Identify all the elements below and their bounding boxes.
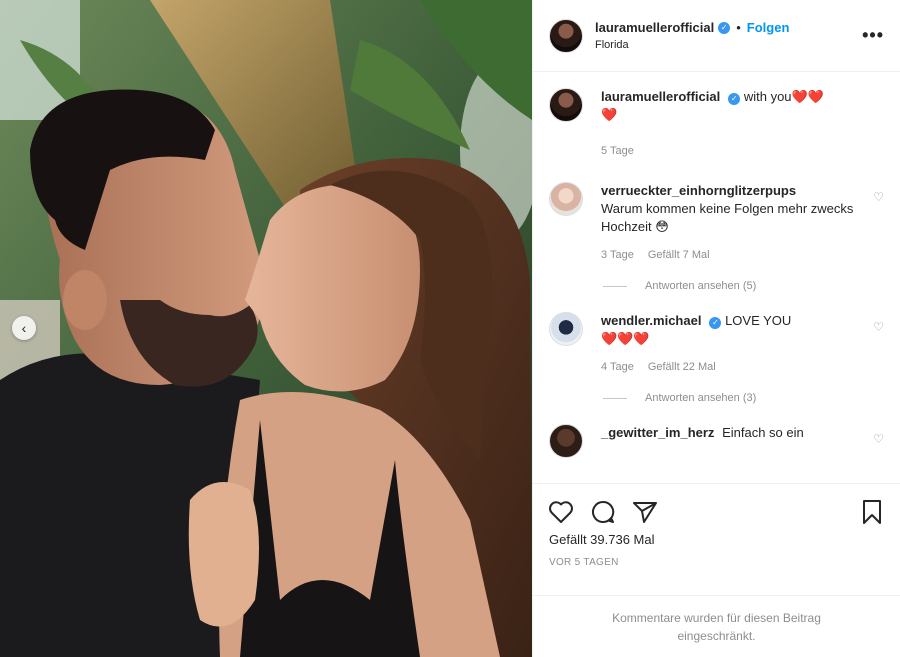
view-replies-button[interactable]: Antworten ansehen (5) [603,280,884,292]
like-comment-heart-icon[interactable]: ♡ [873,190,884,204]
commenter-avatar[interactable] [549,182,583,216]
previous-photo-button[interactable]: ‹ [12,316,36,340]
follow-button[interactable]: Folgen [747,20,790,35]
author-avatar[interactable] [549,18,583,53]
commenter-avatar[interactable] [549,424,583,458]
verified-badge-icon: ✓ [709,317,722,329]
comment-age[interactable]: 3 Tage [601,246,634,264]
view-replies-button[interactable]: Antworten ansehen (3) [603,392,884,404]
like-comment-heart-icon[interactable]: ♡ [873,320,884,334]
post-header: lauramuellerofficial ✓ • Folgen Florida … [533,0,900,72]
post-caption: lauramuellerofficial ✓ with you❤️❤️ ❤️ 5 … [549,88,884,160]
verified-badge-icon: ✓ [718,21,731,34]
post-photo[interactable]: ‹ [0,0,532,657]
comment-text: LOVE YOU [725,313,792,328]
caption-text: with you [743,89,792,104]
author-username[interactable]: lauramuellerofficial [595,20,714,35]
caption-hearts-line2: ❤️ [601,107,618,122]
share-paper-plane-icon[interactable] [631,498,659,526]
view-replies-label: Antworten ansehen (3) [645,392,757,404]
instagram-post: ‹ lauramuellerofficial ✓ • Folgen Florid… [0,0,900,657]
caption-author-avatar[interactable] [549,88,583,122]
post-actions [533,484,900,532]
verified-badge-icon: ✓ [728,93,741,105]
comment-like-count[interactable]: Gefällt 22 Mal [648,358,716,376]
likes-count-label: Gefällt 39.736 Mal [549,532,655,547]
more-options-icon[interactable]: ••• [862,25,884,46]
view-replies-label: Antworten ansehen (5) [645,280,757,292]
comment-username[interactable]: verrueckter_einhornglitzerpups [601,183,796,198]
likes-count[interactable]: Gefällt 39.736 Mal [533,532,900,547]
comment-text: Einfach so ein [722,425,804,440]
post-location[interactable]: Florida [595,39,862,51]
comment-username[interactable]: _gewitter_im_herz [601,425,714,440]
like-heart-icon[interactable] [547,498,575,526]
caption-age[interactable]: 5 Tage [601,142,634,160]
chevron-left-icon: ‹ [21,320,27,336]
commenter-avatar[interactable] [549,312,583,346]
replies-divider [603,397,627,399]
replies-divider [603,285,627,287]
comment-age[interactable]: 4 Tage [601,358,634,376]
comment-item: wendler.michael ✓ LOVE YOU ❤️❤️❤️ 4 Tage … [549,312,884,376]
comment-item: _gewitter_im_herz Einfach so ein ♡ [549,424,884,458]
couple-kiss-image [0,0,532,657]
comment-text: Warum kommen keine Folgen mehr zwecks Ho… [601,201,854,234]
comment-like-count[interactable]: Gefällt 7 Mal [648,246,710,264]
like-comment-heart-icon[interactable]: ♡ [873,432,884,446]
separator-dot: • [736,20,741,35]
save-bookmark-icon[interactable] [858,498,886,526]
comment-hearts: ❤️❤️❤️ [601,331,650,346]
comment-item: verrueckter_einhornglitzerpups Warum kom… [549,182,884,264]
post-date[interactable]: VOR 5 TAGEN [533,547,900,568]
post-sidebar: lauramuellerofficial ✓ • Folgen Florida … [532,0,900,657]
caption-username[interactable]: lauramuellerofficial [601,89,720,104]
comment-username[interactable]: wendler.michael [601,313,701,328]
comments-restricted-notice: Kommentare wurden für diesen Beitrag ein… [533,595,900,657]
caption-hearts: ❤️❤️ [791,89,824,104]
comments-list[interactable]: lauramuellerofficial ✓ with you❤️❤️ ❤️ 5 … [533,72,900,484]
comment-bubble-icon[interactable] [589,498,617,526]
